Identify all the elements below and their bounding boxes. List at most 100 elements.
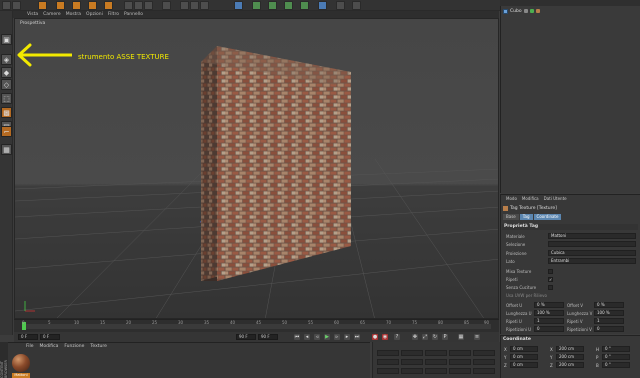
materiale-field[interactable]: Mattoni <box>548 233 636 239</box>
position-y-field[interactable]: 0 cm <box>510 354 538 360</box>
polygon-mode-icon[interactable]: ▩ <box>1 107 12 118</box>
attr-menu-modo[interactable]: Modo <box>506 196 517 201</box>
perspective-viewport[interactable]: Prospettiva <box>14 18 499 319</box>
rotation-p-field[interactable]: 0 ° <box>602 354 630 360</box>
size-z-field[interactable]: 200 cm <box>556 362 584 368</box>
rotate-tool-button[interactable] <box>88 1 97 10</box>
attr-menu-dati-utente[interactable]: Dati Utente <box>544 196 567 201</box>
mat-menu-modifica[interactable]: Modifica <box>40 344 59 349</box>
render-view-button[interactable] <box>180 1 189 10</box>
bc-field[interactable] <box>425 359 447 365</box>
bc-field[interactable] <box>401 350 423 356</box>
object-axis-tool-icon[interactable]: ◇ <box>1 79 12 90</box>
len-v-field[interactable]: 100 % <box>594 310 624 316</box>
redo-button[interactable] <box>12 1 21 10</box>
bc-field[interactable] <box>377 350 399 356</box>
point-level-icon[interactable]: ▦ <box>458 334 464 340</box>
bc-field[interactable] <box>449 368 471 374</box>
render-picture-button[interactable] <box>190 1 199 10</box>
size-y-field[interactable]: 200 cm <box>556 354 584 360</box>
bc-field[interactable] <box>449 350 471 356</box>
material-preview-ball[interactable] <box>12 354 30 372</box>
record-icon[interactable]: ● <box>372 334 378 340</box>
play-icon[interactable]: ▶ <box>324 334 330 340</box>
cube-object-button[interactable] <box>234 1 243 10</box>
move-tool-button[interactable] <box>56 1 65 10</box>
z-axis-button[interactable] <box>144 1 153 10</box>
prev-frame-icon[interactable]: ◃ <box>314 334 320 340</box>
next-key-icon[interactable]: ▸ <box>344 334 350 340</box>
go-to-start-icon[interactable]: ⏮ <box>294 334 300 340</box>
last-tool-button[interactable] <box>104 1 113 10</box>
layer-dot-icon[interactable] <box>523 9 528 13</box>
rip-v-field[interactable]: 1 <box>594 318 624 324</box>
array-button[interactable] <box>284 1 293 10</box>
bc-field[interactable] <box>401 368 423 374</box>
mat-menu-file[interactable]: File <box>26 344 34 349</box>
bc-field[interactable] <box>377 368 399 374</box>
bc-field[interactable] <box>377 359 399 365</box>
menu-mostra[interactable]: Mostra <box>66 12 81 17</box>
bc-field[interactable] <box>401 359 423 365</box>
nurbs-button[interactable] <box>268 1 277 10</box>
bc-field[interactable] <box>425 350 447 356</box>
bc-field[interactable] <box>473 359 495 365</box>
size-x-field[interactable]: 200 cm <box>556 346 584 352</box>
mat-menu-texture[interactable]: Texture <box>90 344 106 349</box>
rotation-b-field[interactable]: 0 ° <box>602 362 630 368</box>
tab-tag[interactable]: Tag <box>519 214 533 220</box>
bc-field[interactable] <box>425 368 447 374</box>
scene-button[interactable] <box>318 1 327 10</box>
visibility-check-icon[interactable] <box>529 9 534 13</box>
menu-camere[interactable]: Camere <box>43 12 61 17</box>
len-u-field[interactable]: 100 % <box>534 310 564 316</box>
timeline-settings-icon[interactable]: ≡ <box>474 334 480 340</box>
points-mode-icon[interactable]: ⬚ <box>1 93 12 104</box>
menu-vista[interactable]: Vista <box>27 12 38 17</box>
scale-tool-button[interactable] <box>72 1 81 10</box>
end-frame-field[interactable]: 90 F <box>236 334 256 340</box>
mixa-texture-checkbox[interactable] <box>548 269 553 274</box>
prev-key-icon[interactable]: ◂ <box>304 334 310 340</box>
content-browser-tab[interactable]: CONTENT BROWSER <box>0 342 8 378</box>
rotation-key-icon[interactable]: ↻ <box>432 334 438 340</box>
texture-axis-tool-icon[interactable]: ◈ <box>1 54 12 65</box>
light-button[interactable] <box>352 1 361 10</box>
rip-u-field[interactable]: 1 <box>534 318 564 324</box>
keyframe-selection-icon[interactable]: ? <box>394 334 400 340</box>
x-axis-button[interactable] <box>124 1 133 10</box>
object-row-cubo[interactable]: Cubo <box>503 8 638 14</box>
menu-pannello[interactable]: Pannello <box>124 12 143 17</box>
mat-menu-funzione[interactable]: Funzione <box>64 344 84 349</box>
proiezione-dropdown[interactable]: Cubica <box>548 250 636 256</box>
attr-menu-modifica[interactable]: Modifica <box>522 196 539 201</box>
bc-field[interactable] <box>473 350 495 356</box>
undo-button[interactable] <box>2 1 11 10</box>
ripeti-checkbox[interactable]: ✓ <box>548 277 553 282</box>
param-key-icon[interactable]: P <box>442 334 448 340</box>
live-selection-button[interactable] <box>38 1 47 10</box>
selezione-field[interactable] <box>548 241 636 247</box>
menu-opzioni[interactable]: Opzioni <box>86 12 103 17</box>
snap-icon[interactable]: ⌐ <box>1 126 12 137</box>
start-frame-field[interactable]: 0 F <box>18 334 38 340</box>
model-tool-icon[interactable]: ◆ <box>1 67 12 78</box>
texture-tag-icon[interactable] <box>535 9 540 13</box>
position-x-field[interactable]: 0 cm <box>510 346 538 352</box>
scale-key-icon[interactable]: ⤢ <box>422 334 428 340</box>
material-name[interactable]: Mattoni <box>12 373 30 378</box>
bc-field[interactable] <box>473 368 495 374</box>
max-frame-field[interactable]: 90 F <box>258 334 278 340</box>
position-key-icon[interactable]: ✥ <box>412 334 418 340</box>
deformer-button[interactable] <box>300 1 309 10</box>
autokey-icon[interactable]: ◉ <box>382 334 388 340</box>
object-name[interactable]: Cubo <box>510 9 522 14</box>
go-to-end-icon[interactable]: ⏭ <box>354 334 360 340</box>
tab-base[interactable]: Base <box>503 214 519 220</box>
spline-button[interactable] <box>252 1 261 10</box>
coord-system-button[interactable] <box>162 1 171 10</box>
lato-dropdown[interactable]: Entrambi <box>548 258 636 264</box>
current-frame-field[interactable]: 0 F <box>40 334 60 340</box>
position-z-field[interactable]: 0 cm <box>510 362 538 368</box>
rotation-h-field[interactable]: 0 ° <box>602 346 630 352</box>
